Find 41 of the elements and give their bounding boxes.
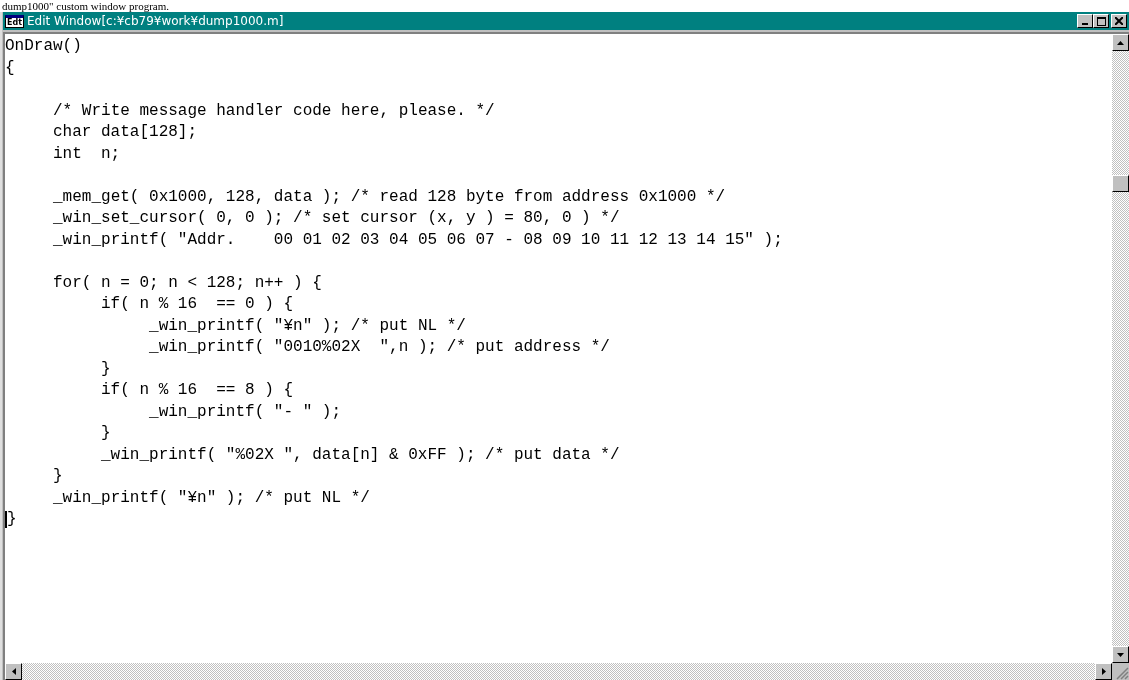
code-line: if( n % 16 == 8 ) { xyxy=(100,380,294,401)
code-line: } xyxy=(100,358,111,380)
down-arrow-icon xyxy=(1117,652,1124,657)
up-arrow-icon xyxy=(1117,40,1124,45)
code-line: _win_printf( "- " ); xyxy=(148,401,342,423)
app-icon[interactable]: Edt xyxy=(5,14,24,28)
code-line: } xyxy=(100,423,111,444)
code-line: _win_set_cursor( 0, 0 ); /* set cursor (x, y ) = 80, 0 ) */ xyxy=(52,208,620,229)
code-line: _mem_get( 0x1000, 128, data ); /* read 128 byte from address 0x1000 */ xyxy=(52,186,726,208)
code-line: _win_printf( "¥n" ); /* put NL */ xyxy=(52,487,370,509)
horizontal-scrollbar[interactable] xyxy=(5,663,1112,680)
code-line: } xyxy=(7,509,17,530)
text-cursor xyxy=(5,511,7,529)
code-line: { xyxy=(5,57,15,79)
code-line: char data[128]; xyxy=(52,122,198,143)
code-line: _win_printf( "%02X ", data[n] & 0xFF ); /* put data */ xyxy=(100,444,620,466)
code-line: if( n % 16 == 0 ) { xyxy=(100,294,294,315)
code-line: } xyxy=(52,466,63,487)
close-icon xyxy=(1115,17,1123,25)
scroll-down-button[interactable] xyxy=(1112,646,1129,663)
code-line: _win_printf( "Addr. 00 01 02 03 04 05 06 07 - 08 09 10 11 12 13 14 15" ); xyxy=(52,229,783,251)
maximize-icon xyxy=(1096,16,1106,26)
window-title: Edit Window[c:¥cb79¥work¥dump1000.m] xyxy=(27,14,285,28)
minimize-button[interactable] xyxy=(1077,14,1093,28)
code-line: OnDraw() xyxy=(5,36,82,57)
scroll-up-button[interactable] xyxy=(1112,34,1129,51)
close-button[interactable] xyxy=(1111,14,1127,28)
right-arrow-icon xyxy=(1101,668,1106,675)
maximize-button[interactable] xyxy=(1093,14,1109,28)
vertical-scrollbar[interactable] xyxy=(1112,34,1129,663)
caption-text: dump1000" custom window program. xyxy=(1,0,170,12)
code-line: /* Write message handler code here, please. */ xyxy=(52,100,495,122)
left-arrow-icon xyxy=(11,668,16,675)
scroll-right-button[interactable] xyxy=(1095,663,1112,680)
code-line: for( n = 0; n < 128; n++ ) { xyxy=(52,272,322,294)
size-grip-icon[interactable] xyxy=(1116,667,1129,680)
scroll-thumb[interactable] xyxy=(1112,175,1129,192)
code-line: _win_printf( "0010%02X ",n ); /* put address */ xyxy=(148,337,610,358)
code-line: int n; xyxy=(52,143,121,165)
code-line: _win_printf( "¥n" ); /* put NL */ xyxy=(148,315,466,337)
scroll-left-button[interactable] xyxy=(5,663,22,680)
